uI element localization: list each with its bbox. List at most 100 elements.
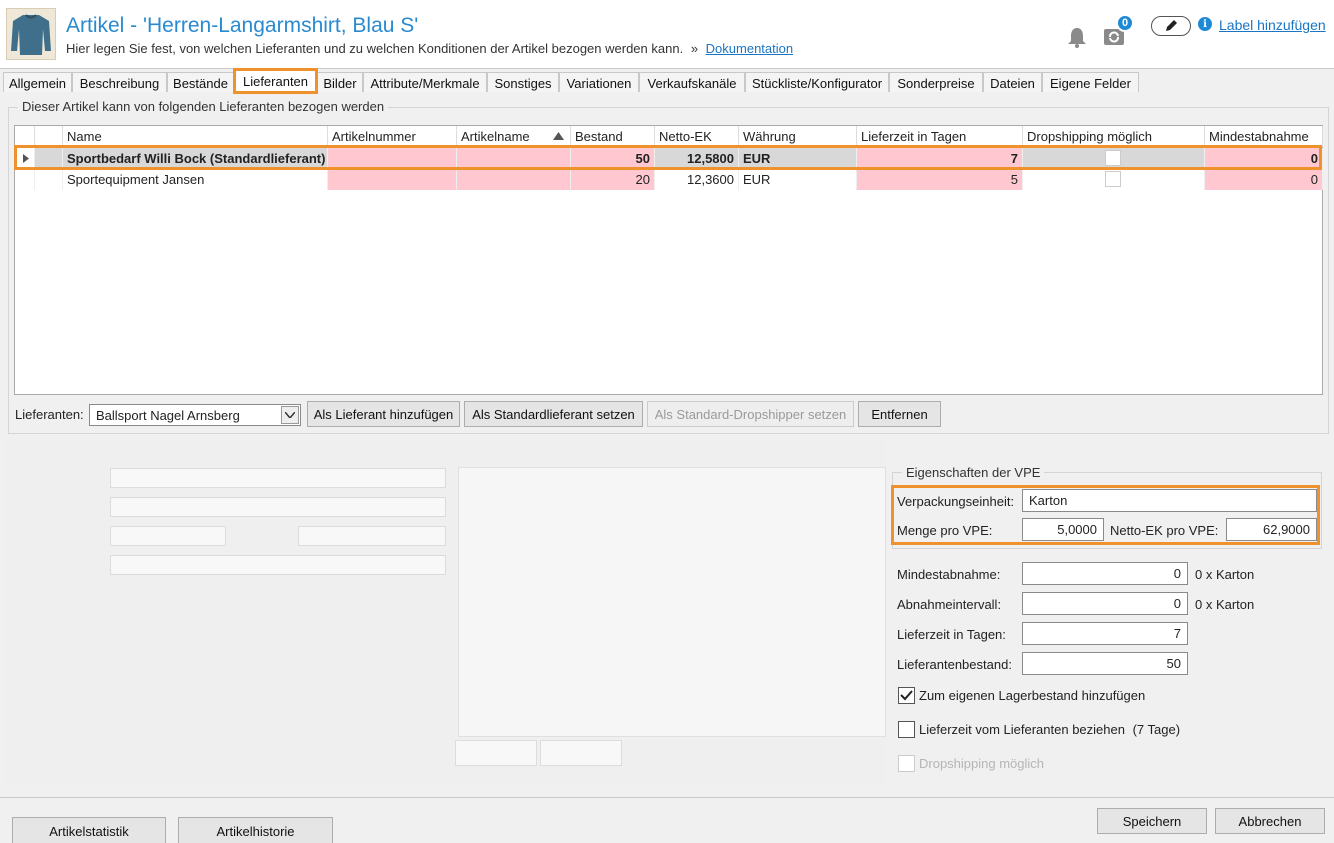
info-icon: i	[1198, 17, 1212, 31]
add-label-link[interactable]: Label hinzufügen	[1219, 17, 1326, 33]
min-order-field[interactable]: 0	[1022, 562, 1188, 585]
col-netto-ek[interactable]: Netto-EK	[655, 126, 739, 147]
col-mindestabnahme[interactable]: Mindestabnahme	[1205, 126, 1323, 147]
subtitle-separator: »	[690, 41, 699, 56]
col-artikelname-label: Artikelname	[461, 129, 530, 144]
article-statistics-button[interactable]: Artikelstatistik	[12, 817, 166, 843]
cell-mindestabnahme: 0	[1205, 148, 1323, 169]
tab-eigene-felder[interactable]: Eigene Felder	[1042, 72, 1139, 93]
set-default-dropshipper-button: Als Standard-Dropshipper setzen	[647, 401, 854, 427]
table-row[interactable]: Sportequipment Jansen 20 12,3600 EUR 5 0	[15, 169, 1323, 190]
lead-time-days-hint: (7 Tage)	[1132, 722, 1181, 737]
lead-time-field[interactable]: 7	[1022, 622, 1188, 645]
dropshipping-checkbox[interactable]	[1105, 171, 1121, 187]
tab-stueckliste[interactable]: Stückliste/Konfigurator	[745, 72, 889, 93]
tab-allgemein[interactable]: Allgemein	[3, 72, 72, 93]
cell-mindestabnahme: 0	[1205, 169, 1323, 190]
lead-time-label: Lieferzeit in Tagen:	[897, 627, 1006, 642]
suppliers-grid[interactable]: Name Artikelnummer Artikelname Bestand N…	[14, 125, 1323, 395]
page-title: Artikel - 'Herren-Langarmshirt, Blau S'	[66, 14, 419, 37]
header: Artikel - 'Herren-Langarmshirt, Blau S' …	[0, 0, 1334, 68]
dropshipping-possible-checkbox	[898, 755, 915, 772]
lead-time-from-supplier-checkbox[interactable]	[898, 721, 915, 738]
dropshipping-checkbox[interactable]	[1105, 150, 1121, 166]
col-spacer	[35, 126, 63, 147]
vpe-unit-field[interactable]: Karton	[1022, 489, 1317, 512]
tab-bilder[interactable]: Bilder	[317, 72, 363, 93]
order-interval-label: Abnahmeintervall:	[897, 597, 1002, 612]
cell-dropshipping	[1023, 169, 1205, 190]
documentation-link[interactable]: Dokumentation	[706, 41, 793, 56]
tab-verkaufskanaele[interactable]: Verkaufskanäle	[639, 72, 745, 93]
page-subtitle: Hier legen Sie fest, von welchen Liefera…	[66, 41, 793, 56]
tab-lieferanten[interactable]: Lieferanten	[233, 68, 318, 94]
article-history-button[interactable]: Artikelhistorie	[178, 817, 333, 843]
min-order-label: Mindestabnahme:	[897, 567, 1001, 582]
cell-artikelnummer	[328, 148, 457, 169]
ghost-button	[540, 740, 622, 766]
vpe-group-title: Eigenschaften der VPE	[902, 465, 1045, 480]
tab-attribute[interactable]: Attribute/Merkmale	[363, 72, 487, 93]
edit-label-button[interactable]	[1151, 16, 1191, 36]
cell-artikelname	[457, 169, 571, 190]
lead-time-from-supplier-text: Lieferzeit vom Lieferanten beziehen	[919, 722, 1125, 737]
ghost-grid	[458, 467, 886, 737]
supplier-select[interactable]: Ballsport Nagel Arnsberg	[89, 404, 301, 426]
col-artikelnummer[interactable]: Artikelnummer	[328, 126, 457, 147]
add-to-own-stock-label[interactable]: Zum eigenen Lagerbestand hinzufügen	[919, 688, 1145, 703]
sort-ascending-icon	[553, 132, 564, 140]
ghost-field	[298, 526, 446, 546]
ghost-field	[110, 497, 446, 517]
remove-supplier-button[interactable]: Entfernen	[858, 401, 941, 427]
vpe-unit-label: Verpackungseinheit:	[897, 494, 1015, 509]
col-name[interactable]: Name	[63, 126, 328, 147]
lead-time-from-supplier-label[interactable]: Lieferzeit vom Lieferanten beziehen (7 T…	[919, 722, 1180, 737]
col-dropshipping[interactable]: Dropshipping möglich	[1023, 126, 1205, 147]
cell-netto-ek: 12,3600	[655, 169, 739, 190]
cell-waehrung: EUR	[739, 148, 857, 169]
ghost-field	[110, 555, 446, 575]
tab-sonstiges[interactable]: Sonstiges	[487, 72, 559, 93]
tab-sonderpreise[interactable]: Sonderpreise	[889, 72, 983, 93]
ghost-field	[110, 526, 226, 546]
col-waehrung[interactable]: Währung	[739, 126, 857, 147]
cancel-button[interactable]: Abbrechen	[1215, 808, 1325, 834]
cell-name: Sportequipment Jansen	[63, 169, 328, 190]
min-order-unit: 0 x Karton	[1195, 567, 1255, 582]
tab-bar: Allgemein Beschreibung Bestände Lieferan…	[0, 68, 1334, 94]
set-default-supplier-button[interactable]: Als Standardlieferant setzen	[464, 401, 643, 427]
add-supplier-button[interactable]: Als Lieferant hinzufügen	[307, 401, 460, 427]
cell-lieferzeit: 5	[857, 169, 1023, 190]
supplier-stock-label: Lieferantenbestand:	[897, 657, 1012, 672]
tab-beschreibung[interactable]: Beschreibung	[72, 72, 167, 93]
tab-dateien[interactable]: Dateien	[983, 72, 1042, 93]
vpe-qty-label: Menge pro VPE:	[897, 523, 993, 538]
cell-waehrung: EUR	[739, 169, 857, 190]
table-row[interactable]: Sportbedarf Willi Bock (Standardlieferan…	[15, 148, 1323, 169]
col-artikelname[interactable]: Artikelname	[457, 126, 571, 147]
cell-name: Sportbedarf Willi Bock (Standardlieferan…	[63, 148, 328, 169]
cell-dropshipping	[1023, 148, 1205, 169]
col-bestand[interactable]: Bestand	[571, 126, 655, 147]
dropshipping-possible-label: Dropshipping möglich	[919, 756, 1045, 771]
cell-netto-ek: 12,5800	[655, 148, 739, 169]
bell-icon[interactable]	[1066, 26, 1088, 51]
row-indicator	[15, 148, 35, 169]
cell-bestand: 50	[571, 148, 655, 169]
tab-variationen[interactable]: Variationen	[559, 72, 639, 93]
ghost-button	[455, 740, 537, 766]
save-button[interactable]: Speichern	[1097, 808, 1207, 834]
cell-artikelnummer	[328, 169, 457, 190]
vpe-ek-field[interactable]: 62,9000	[1226, 518, 1317, 541]
pencil-icon	[1166, 20, 1177, 31]
add-to-own-stock-checkbox[interactable]	[898, 687, 915, 704]
current-row-arrow-icon	[23, 154, 29, 163]
col-lieferzeit[interactable]: Lieferzeit in Tagen	[857, 126, 1023, 147]
tab-bestaende[interactable]: Bestände	[167, 72, 234, 93]
order-interval-field[interactable]: 0	[1022, 592, 1188, 615]
grid-header: Name Artikelnummer Artikelname Bestand N…	[15, 126, 1323, 147]
supplier-stock-field[interactable]: 50	[1022, 652, 1188, 675]
chevron-down-icon[interactable]	[281, 406, 299, 424]
checkmark-icon	[900, 690, 913, 701]
vpe-qty-field[interactable]: 5,0000	[1022, 518, 1104, 541]
